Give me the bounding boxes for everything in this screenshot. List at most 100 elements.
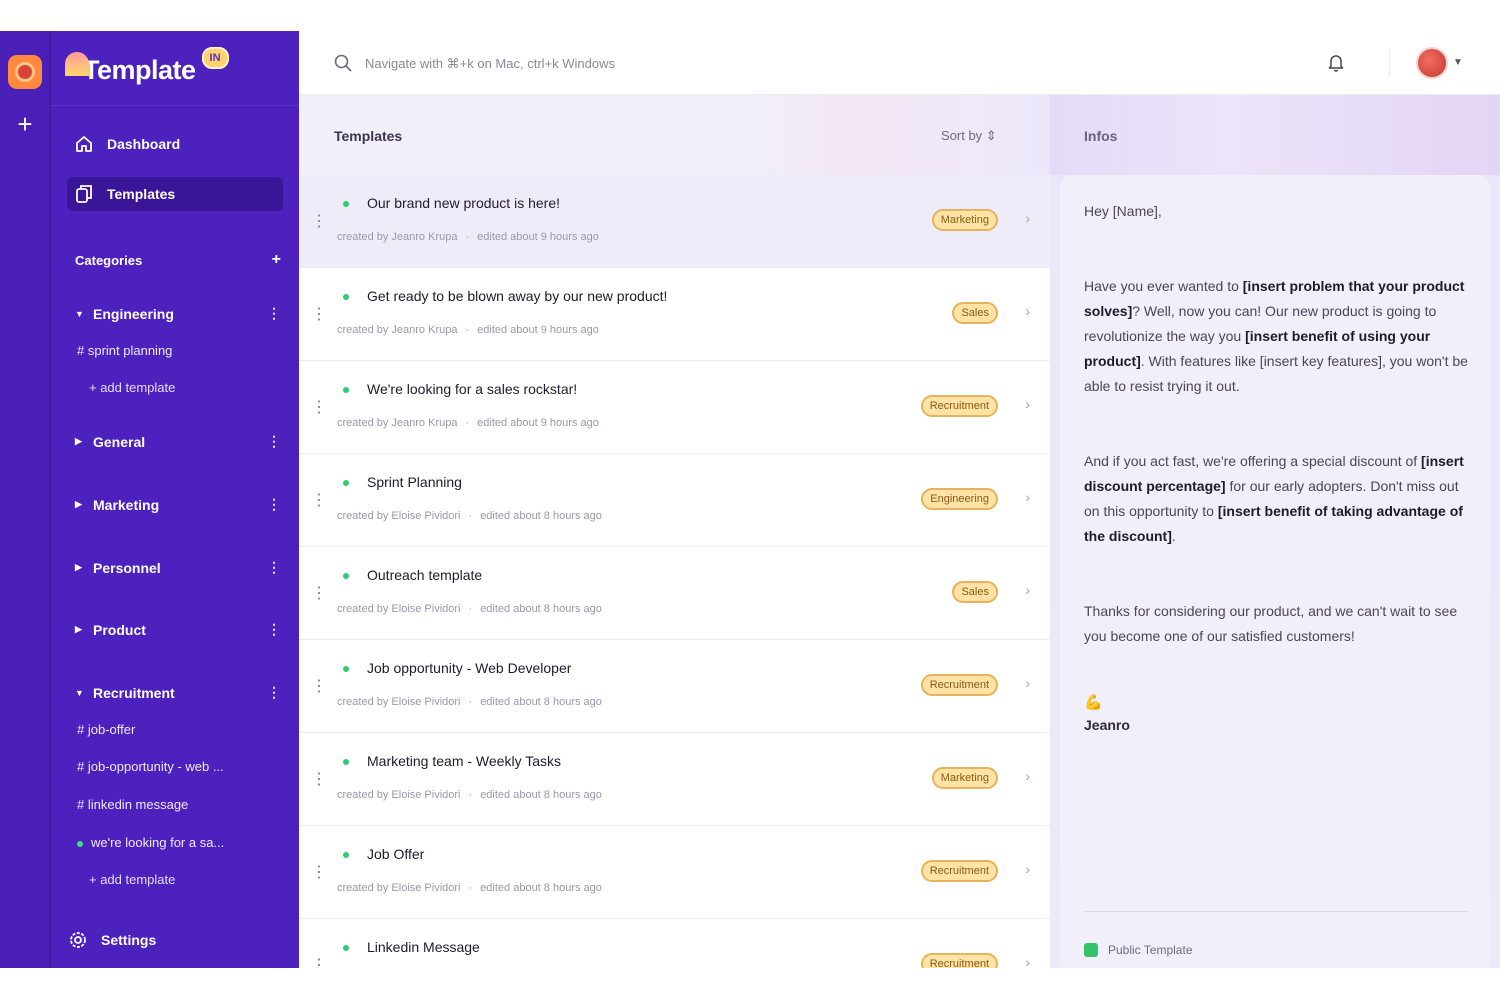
template-link-linkedin-message[interactable]: # linkedin message — [77, 797, 188, 812]
public-template-toggle[interactable]: Public Template — [1084, 943, 1193, 957]
sidebar-item-templates[interactable]: Templates — [67, 177, 283, 211]
template-link-job-opportunity[interactable]: # job-opportunity - web ... — [77, 759, 224, 774]
avatar[interactable] — [1416, 47, 1448, 79]
template-meta: created by Jeanro Krupa · edited about 9 h… — [337, 324, 599, 336]
more-options-icon[interactable]: ⋮ — [267, 305, 281, 322]
gear-icon — [67, 929, 89, 951]
chevron-right-icon[interactable]: › — [1025, 303, 1030, 319]
drag-handle-icon[interactable]: ⋮ — [311, 490, 327, 510]
flexed-bicep-icon: 💪 — [1084, 694, 1103, 711]
template-title: Outreach template — [367, 567, 483, 583]
template-row[interactable]: ⋮ Job opportunity - Web Developer created … — [299, 640, 1050, 733]
meta-separator: · — [465, 417, 470, 429]
sort-button[interactable]: Sort by ⇕ — [941, 128, 997, 144]
status-dot-icon — [343, 945, 349, 951]
edited-time: edited about 8 hours ago — [480, 882, 602, 894]
category-badge: Recruitment — [920, 860, 998, 882]
template-title: Sprint Planning — [367, 474, 462, 490]
edited-time: edited about 9 hours ago — [477, 231, 599, 243]
meta-separator: · — [468, 603, 473, 615]
more-options-icon[interactable]: ⋮ — [267, 684, 281, 701]
drag-handle-icon[interactable]: ⋮ — [311, 955, 327, 968]
drag-handle-icon[interactable]: ⋮ — [311, 769, 327, 789]
template-meta: created by Eloise Pividori · edited about … — [337, 789, 602, 801]
add-workspace-icon[interactable]: + — [12, 111, 38, 137]
more-options-icon[interactable]: ⋮ — [267, 496, 281, 513]
paragraph-2: And if you act fast, we're offering a sp… — [1084, 449, 1468, 549]
divider — [1389, 49, 1390, 77]
edited-time: edited about 8 hours ago — [480, 696, 602, 708]
chevron-right-icon[interactable]: › — [1025, 768, 1030, 784]
template-row[interactable]: ⋮ Sprint Planning created by Eloise Pivido… — [299, 454, 1050, 547]
template-title: Our brand new product is here! — [367, 195, 560, 211]
category-product[interactable]: ▶ Product ⋮ — [75, 621, 281, 638]
caret-down-icon: ▼ — [75, 308, 84, 319]
chevron-right-icon[interactable]: › — [1025, 582, 1030, 598]
template-row[interactable]: ⋮ Outreach template created by Eloise Pivi… — [299, 547, 1050, 640]
add-template-link[interactable]: + add template — [89, 380, 175, 395]
template-row[interactable]: ⋮ Our brand new product is here! created b… — [299, 175, 1050, 268]
sidebar-item-dashboard[interactable]: Dashboard — [67, 127, 283, 161]
drag-handle-icon[interactable]: ⋮ — [311, 211, 327, 231]
category-recruitment[interactable]: ▼ Recruitment ⋮ — [75, 684, 281, 701]
template-preview: Hey [Name], Have you ever wanted to [ins… — [1060, 175, 1490, 968]
category-personnel[interactable]: ▶ Personnel ⋮ — [75, 559, 281, 576]
chevron-right-icon[interactable]: › — [1025, 489, 1030, 505]
created-by: created by Eloise Pividori — [337, 789, 461, 801]
templates-icon — [73, 183, 95, 205]
template-title: We're looking for a sales rockstar! — [367, 381, 578, 397]
template-title: Marketing team - Weekly Tasks — [367, 753, 561, 769]
chevron-right-icon[interactable]: › — [1025, 861, 1030, 877]
paragraph-3: Thanks for considering our product, and … — [1084, 603, 1458, 644]
template-row[interactable]: ⋮ Linkedin Message Recruitment › — [299, 919, 1050, 968]
template-row[interactable]: ⋮ Marketing team - Weekly Tasks created by… — [299, 733, 1050, 826]
search-input[interactable] — [365, 51, 925, 75]
brand-logo[interactable]: Template IN — [65, 45, 229, 95]
status-dot-icon — [343, 573, 349, 579]
category-label: Recruitment — [93, 684, 175, 701]
drag-handle-icon[interactable]: ⋮ — [311, 862, 327, 882]
add-category-icon[interactable]: + — [272, 252, 281, 268]
more-options-icon[interactable]: ⋮ — [267, 559, 281, 576]
text: . — [1171, 528, 1176, 544]
drag-handle-icon[interactable]: ⋮ — [311, 304, 327, 324]
template-row[interactable]: ⋮ Job Offer created by Eloise Pividori · edi… — [299, 826, 1050, 919]
more-options-icon[interactable]: ⋮ — [267, 621, 281, 638]
text: And if you act fast, we're offering a sp… — [1084, 453, 1422, 469]
chevron-right-icon[interactable]: › — [1025, 675, 1030, 691]
more-options-icon[interactable]: ⋮ — [267, 433, 281, 450]
meta-separator: · — [465, 231, 470, 243]
drag-handle-icon[interactable]: ⋮ — [311, 583, 327, 603]
template-title: Get ready to be blown away by our new pr… — [367, 288, 668, 304]
template-link-job-offer[interactable]: # job-offer — [77, 722, 135, 737]
category-engineering[interactable]: ▼ Engineering ⋮ — [75, 305, 281, 322]
template-link-sales-rockstar[interactable]: we're looking for a sa... — [77, 835, 224, 850]
category-marketing[interactable]: ▶ Marketing ⋮ — [75, 496, 281, 513]
bell-icon[interactable] — [1325, 51, 1347, 73]
chevron-right-icon[interactable]: › — [1025, 954, 1030, 968]
greeting: Hey [Name], — [1084, 203, 1162, 219]
edited-time: edited about 8 hours ago — [480, 603, 602, 615]
chevron-down-icon[interactable]: ▼ — [1453, 57, 1463, 68]
template-body: Hey [Name], Have you ever wanted to [ins… — [1084, 199, 1468, 738]
meta-separator: · — [468, 882, 473, 894]
caret-right-icon: ▶ — [75, 436, 82, 446]
template-link-sprint-planning[interactable]: # sprint planning — [77, 343, 172, 358]
drag-handle-icon[interactable]: ⋮ — [311, 676, 327, 696]
drag-handle-icon[interactable]: ⋮ — [311, 397, 327, 417]
caret-right-icon: ▶ — [75, 562, 82, 572]
categories-header: Categories + — [75, 252, 281, 269]
text: Have you ever wanted to — [1084, 278, 1243, 294]
meta-separator: · — [468, 696, 473, 708]
template-row[interactable]: ⋮ Get ready to be blown away by our new p… — [299, 268, 1050, 361]
chevron-right-icon[interactable]: › — [1025, 396, 1030, 412]
template-row[interactable]: ⋮ We're looking for a sales rockstar! crea… — [299, 361, 1050, 454]
category-badge: Recruitment — [920, 953, 998, 968]
category-general[interactable]: ▶ General ⋮ — [75, 433, 281, 450]
chevron-right-icon[interactable]: › — [1025, 210, 1030, 226]
add-template-link[interactable]: + add template — [89, 872, 175, 887]
sidebar-item-label: Templates — [107, 186, 176, 202]
workspace-logo-icon[interactable] — [8, 55, 42, 89]
app-frame: + Template IN Dashboard Templates Catego… — [0, 31, 1500, 968]
sidebar-item-settings[interactable]: Settings — [67, 929, 156, 951]
